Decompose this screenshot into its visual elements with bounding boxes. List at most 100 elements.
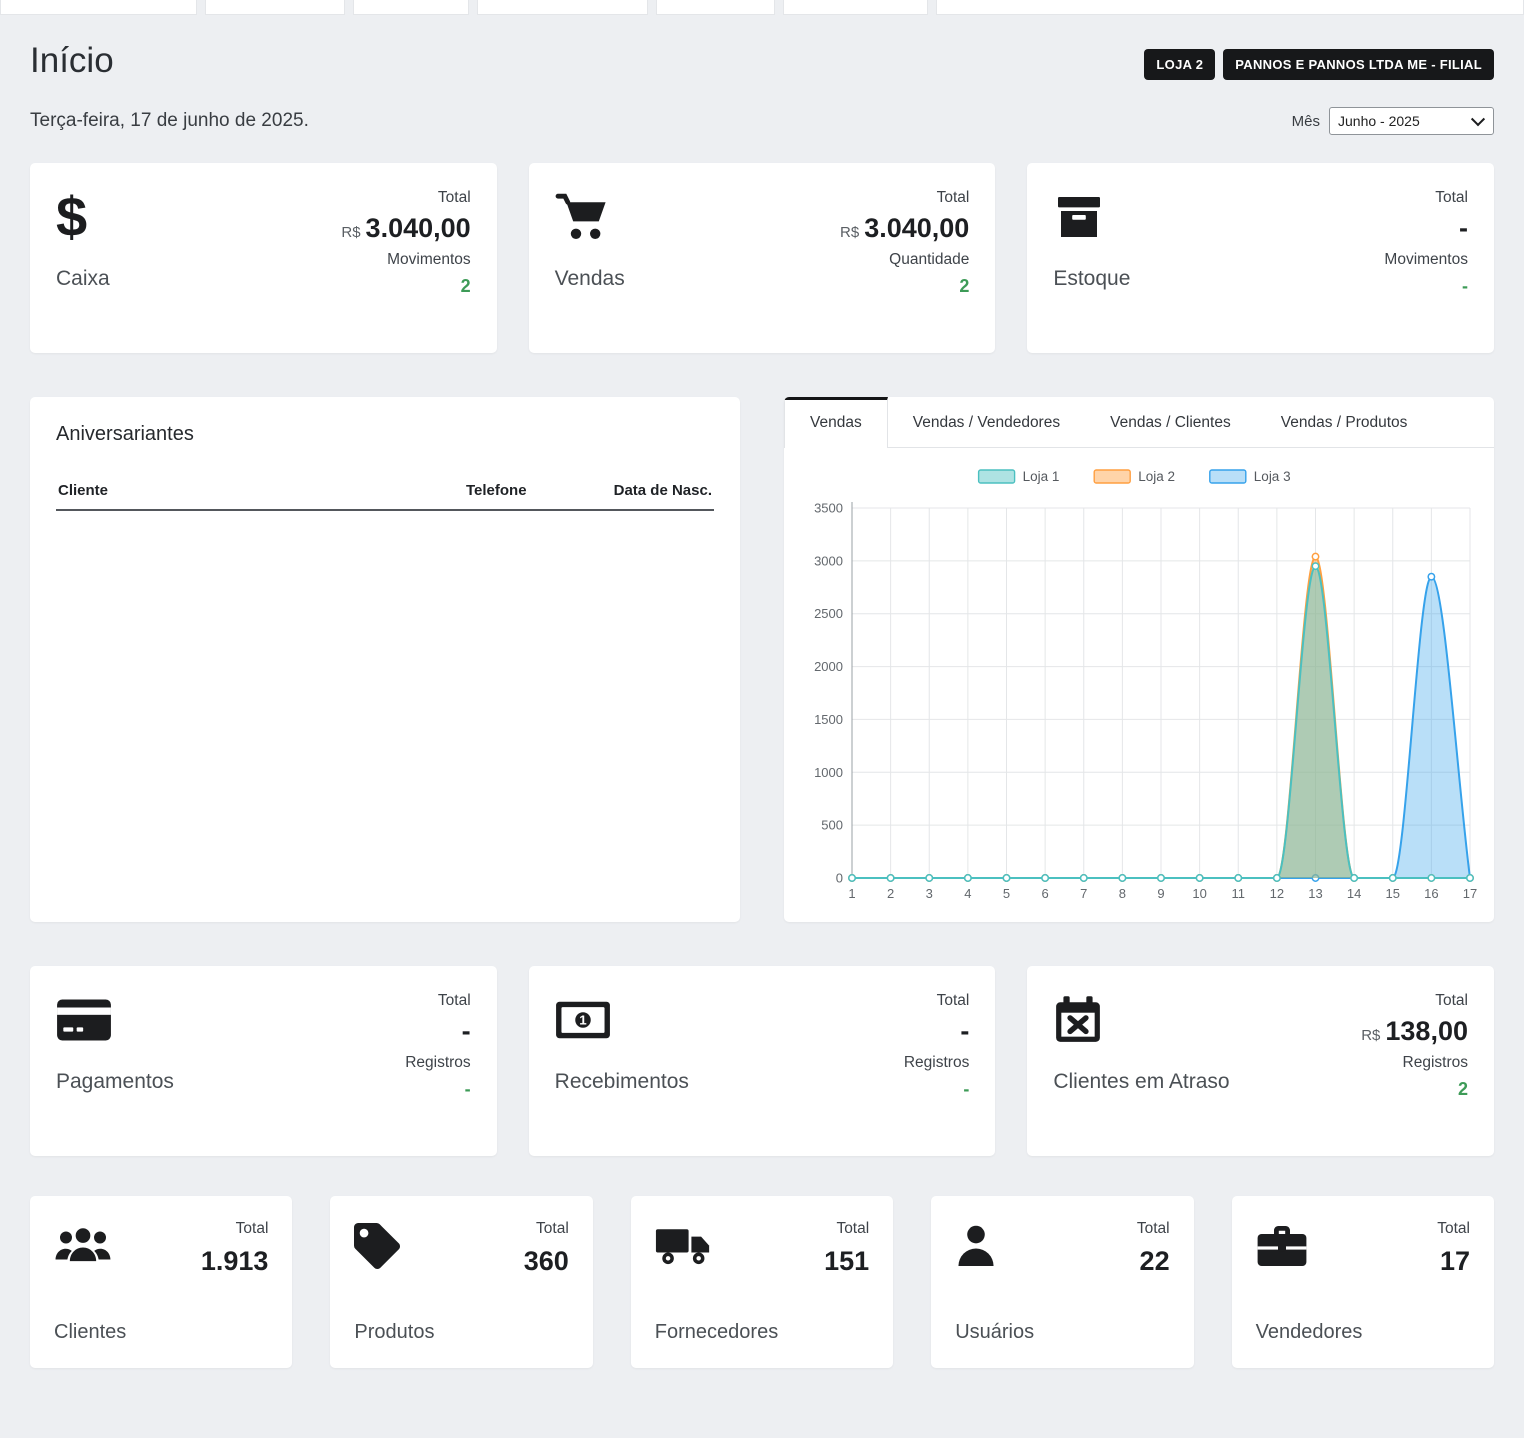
- top-nav-item[interactable]: [205, 0, 345, 15]
- vendas-metric: 2: [840, 276, 969, 297]
- estoque-metric: -: [1384, 276, 1468, 297]
- pagamentos-metric: -: [405, 1079, 470, 1100]
- top-nav-item[interactable]: [477, 0, 648, 15]
- caixa-title: Caixa: [56, 267, 110, 291]
- company-badge: PANNOS E PANNOS LTDA ME - FILIAL: [1223, 49, 1494, 80]
- recebimentos-title: Recebimentos: [555, 1070, 689, 1094]
- chart-tabs: Vendas Vendas / Vendedores Vendas / Clie…: [784, 397, 1494, 448]
- svg-text:10: 10: [1192, 886, 1206, 901]
- total-label: Total: [1384, 189, 1468, 207]
- svg-text:7: 7: [1080, 886, 1087, 901]
- col-cliente: Cliente: [56, 472, 464, 510]
- produtos-title: Produtos: [354, 1321, 434, 1344]
- metric-label: Movimentos: [341, 251, 470, 269]
- estoque-card[interactable]: Estoque Total - Movimentos -: [1027, 163, 1494, 353]
- produtos-card[interactable]: Produtos Total 360: [330, 1196, 592, 1368]
- svg-text:500: 500: [821, 818, 843, 833]
- date-row: Terça-feira, 17 de junho de 2025. Mês Ju…: [30, 107, 1494, 135]
- svg-text:8: 8: [1119, 886, 1126, 901]
- svg-text:1500: 1500: [814, 712, 843, 727]
- money-bill-icon: 1: [555, 992, 689, 1048]
- total-label: Total: [405, 992, 470, 1010]
- tab-vendas-vendedores[interactable]: Vendas / Vendedores: [888, 397, 1085, 447]
- clientes-em-atraso-title: Clientes em Atraso: [1053, 1070, 1229, 1094]
- svg-text:14: 14: [1347, 886, 1361, 901]
- clientes-em-atraso-metric: 2: [1361, 1079, 1468, 1100]
- page-title: Início: [30, 41, 114, 81]
- pagamentos-title: Pagamentos: [56, 1070, 174, 1094]
- total-label: Total: [201, 1220, 269, 1238]
- svg-text:1: 1: [848, 886, 855, 901]
- caixa-card[interactable]: $ Caixa Total R$3.040,00 Movimentos 2: [30, 163, 497, 353]
- tab-vendas[interactable]: Vendas: [784, 397, 888, 448]
- total-label: Total: [824, 1220, 869, 1238]
- produtos-count: 360: [524, 1246, 569, 1277]
- svg-text:12: 12: [1270, 886, 1284, 901]
- svg-text:4: 4: [964, 886, 971, 901]
- svg-text:1: 1: [579, 1013, 587, 1028]
- birthdays-table: Cliente Telefone Data de Nasc.: [56, 472, 714, 511]
- col-data-nasc: Data de Nasc.: [596, 472, 714, 510]
- fornecedores-title: Fornecedores: [655, 1321, 778, 1344]
- clientes-title: Clientes: [54, 1321, 126, 1344]
- recebimentos-card[interactable]: 1 Recebimentos Total - Registros -: [529, 966, 996, 1156]
- total-label: Total: [1137, 1220, 1170, 1238]
- caixa-total: R$3.040,00: [341, 214, 470, 244]
- currency-prefix: R$: [341, 224, 360, 241]
- caixa-metric: 2: [341, 276, 470, 297]
- calendar-x-icon: [1053, 992, 1229, 1048]
- svg-text:9: 9: [1157, 886, 1164, 901]
- top-stat-cards: $ Caixa Total R$3.040,00 Movimentos 2: [30, 163, 1494, 353]
- fornecedores-count: 151: [824, 1246, 869, 1277]
- store-badges: LOJA 2 PANNOS E PANNOS LTDA ME - FILIAL: [1144, 49, 1494, 80]
- vendedores-title: Vendedores: [1256, 1321, 1363, 1344]
- birthdays-panel: Aniversariantes Cliente Telefone Data de…: [30, 397, 740, 922]
- vendas-card[interactable]: Vendas Total R$3.040,00 Quantidade 2: [529, 163, 996, 353]
- usuarios-title: Usuários: [955, 1321, 1034, 1344]
- recebimentos-total: -: [904, 1017, 969, 1047]
- clientes-count: 1.913: [201, 1246, 269, 1277]
- pagamentos-total: -: [405, 1017, 470, 1047]
- clientes-em-atraso-card[interactable]: Clientes em Atraso Total R$138,00 Regist…: [1027, 966, 1494, 1156]
- svg-text:3: 3: [926, 886, 933, 901]
- usuarios-card[interactable]: Usuários Total 22: [931, 1196, 1193, 1368]
- box-icon: [1053, 189, 1130, 245]
- top-nav-item[interactable]: [353, 0, 469, 15]
- month-label: Mês: [1292, 113, 1320, 130]
- pagamentos-card[interactable]: Pagamentos Total - Registros -: [30, 966, 497, 1156]
- tab-vendas-produtos[interactable]: Vendas / Produtos: [1256, 397, 1433, 447]
- estoque-total: -: [1384, 214, 1468, 244]
- top-nav: [0, 0, 1524, 15]
- svg-text:11: 11: [1232, 886, 1246, 901]
- vendedores-card[interactable]: Vendedores Total 17: [1232, 1196, 1494, 1368]
- svg-text:0: 0: [836, 871, 843, 886]
- svg-text:2000: 2000: [814, 659, 843, 674]
- clientes-card[interactable]: Clientes Total 1.913: [30, 1196, 292, 1368]
- vendas-total: R$3.040,00: [840, 214, 969, 244]
- dollar-icon: $: [56, 189, 87, 245]
- top-nav-item[interactable]: [0, 0, 197, 15]
- vendas-title: Vendas: [555, 267, 625, 291]
- total-label: Total: [1361, 992, 1468, 1010]
- sales-chart-panel: Vendas Vendas / Vendedores Vendas / Clie…: [784, 397, 1494, 922]
- svg-text:16: 16: [1424, 886, 1438, 901]
- metric-label: Movimentos: [1384, 251, 1468, 269]
- month-select[interactable]: Junho - 2025: [1329, 107, 1494, 135]
- birthdays-title: Aniversariantes: [56, 423, 714, 446]
- top-nav-item[interactable]: [656, 0, 775, 15]
- chart-body: 0500100015002000250030003500123456789101…: [784, 448, 1494, 922]
- currency-prefix: R$: [840, 224, 859, 241]
- svg-text:17: 17: [1463, 886, 1477, 901]
- sales-chart: 0500100015002000250030003500123456789101…: [796, 462, 1482, 914]
- svg-text:1000: 1000: [814, 765, 843, 780]
- top-nav-item[interactable]: [783, 0, 928, 15]
- tab-vendas-clientes[interactable]: Vendas / Clientes: [1085, 397, 1256, 447]
- top-nav-item[interactable]: [936, 0, 1524, 15]
- total-label: Total: [840, 189, 969, 207]
- svg-text:6: 6: [1042, 886, 1049, 901]
- metric-label: Quantidade: [840, 251, 969, 269]
- fornecedores-card[interactable]: Fornecedores Total 151: [631, 1196, 893, 1368]
- page-header: Início LOJA 2 PANNOS E PANNOS LTDA ME - …: [30, 41, 1494, 81]
- svg-text:2: 2: [887, 886, 894, 901]
- svg-text:2500: 2500: [814, 606, 843, 621]
